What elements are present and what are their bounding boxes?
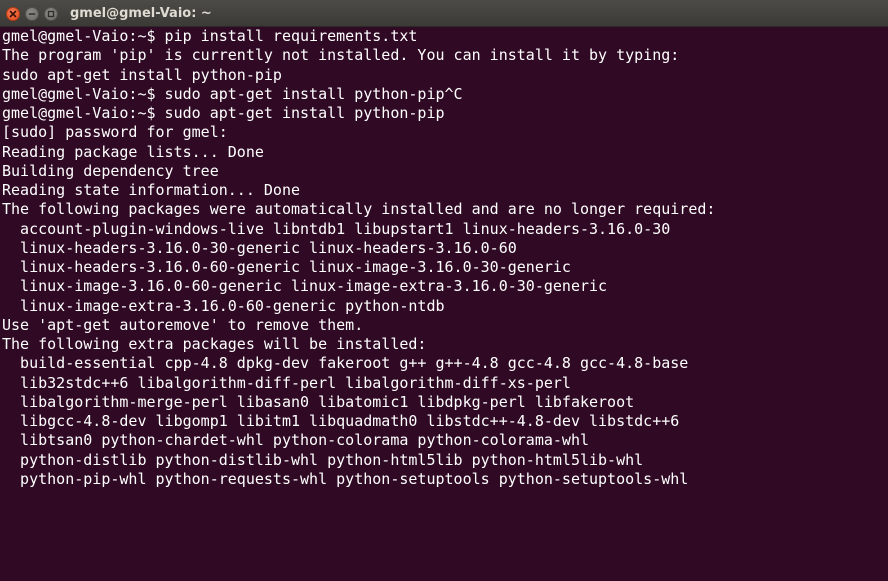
terminal-line: Building dependency tree <box>2 161 219 180</box>
terminal-line: python-distlib python-distlib-whl python… <box>2 450 644 469</box>
terminal-line: [sudo] password for gmel: <box>2 123 228 142</box>
minimize-icon <box>28 13 36 15</box>
terminal-line: sudo apt-get install python-pip <box>2 65 282 84</box>
terminal-line: libgcc-4.8-dev libgomp1 libitm1 libquadm… <box>2 412 680 430</box>
close-button[interactable] <box>6 7 20 21</box>
terminal-line: libalgorithm-merge-perl libasan0 libatom… <box>2 392 635 411</box>
terminal-line: gmel@gmel-Vaio:~$ pip install requiremen… <box>2 27 418 45</box>
terminal-line: gmel@gmel-Vaio:~$ sudo apt-get install p… <box>2 84 463 103</box>
terminal-line: Use 'apt-get autoremove' to remove them. <box>2 315 364 334</box>
title-bar[interactable]: gmel@gmel-Vaio: ~ <box>0 0 888 27</box>
terminal-line: The following packages were automaticall… <box>2 200 716 219</box>
terminal-line: linux-headers-3.16.0-30-generic linux-he… <box>2 238 517 257</box>
terminal-line: Reading package lists... Done <box>2 142 264 161</box>
terminal-window: gmel@gmel-Vaio: ~ gmel@gmel-Vaio:~$ pip … <box>0 0 888 581</box>
maximize-button[interactable] <box>44 7 58 21</box>
terminal-line: The following extra packages will be ins… <box>2 335 427 353</box>
terminal-line: gmel@gmel-Vaio:~$ sudo apt-get install p… <box>2 104 445 122</box>
terminal-line: linux-image-3.16.0-60-generic linux-imag… <box>2 277 608 296</box>
close-icon <box>9 10 17 18</box>
terminal-line: Reading state information... Done <box>2 181 301 199</box>
terminal-line: libtsan0 python-chardet-whl python-color… <box>2 431 589 450</box>
maximize-icon <box>47 10 55 18</box>
window-title: gmel@gmel-Vaio: ~ <box>70 6 212 21</box>
terminal-output[interactable]: gmel@gmel-Vaio:~$ pip install requiremen… <box>0 27 888 581</box>
terminal-line: build-essential cpp-4.8 dpkg-dev fakeroo… <box>2 354 689 373</box>
minimize-button[interactable] <box>25 7 39 21</box>
terminal-line: The program 'pip' is currently not insta… <box>2 46 680 65</box>
terminal-line: python-pip-whl python-requests-whl pytho… <box>2 469 689 488</box>
terminal-line: lib32stdc++6 libalgorithm-diff-perl liba… <box>2 373 571 392</box>
terminal-line: linux-headers-3.16.0-60-generic linux-im… <box>2 258 571 276</box>
terminal-line: linux-image-extra-3.16.0-60-generic pyth… <box>2 296 445 315</box>
terminal-line: account-plugin-windows-live libntdb1 lib… <box>2 219 671 238</box>
